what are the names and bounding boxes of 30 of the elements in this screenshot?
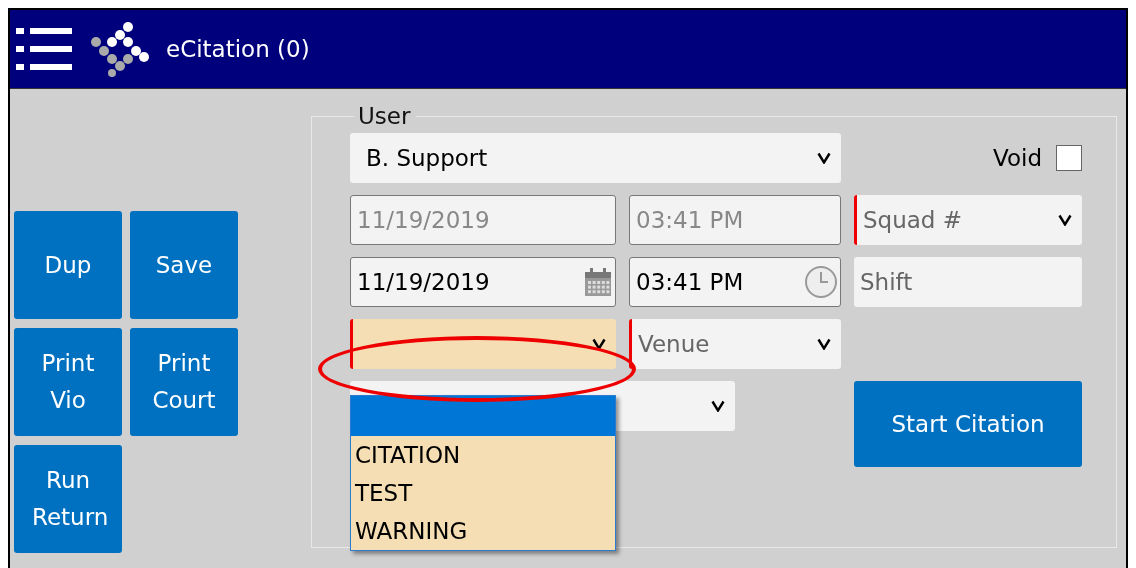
calendar-icon[interactable] xyxy=(583,267,613,297)
chevron-down-icon xyxy=(1058,214,1072,226)
dropdown-option[interactable]: CITATION xyxy=(351,436,615,474)
group-legend: User xyxy=(354,103,417,129)
chevron-down-icon xyxy=(592,338,606,350)
action-button[interactable]: Dup xyxy=(14,211,122,319)
shift-field[interactable]: Shift xyxy=(854,257,1082,307)
chevron-down-icon xyxy=(817,338,831,350)
type-select[interactable] xyxy=(350,319,616,369)
action-button[interactable]: Print Court xyxy=(130,328,238,436)
start-citation-button[interactable]: Start Citation xyxy=(854,381,1082,467)
chevron-down-icon xyxy=(817,152,831,164)
squad-select[interactable]: Squad # xyxy=(854,195,1082,245)
window-title: eCitation (0) xyxy=(166,36,310,62)
venue-select[interactable]: Venue xyxy=(629,319,841,369)
chevron-down-icon xyxy=(711,400,725,412)
menu-icon[interactable] xyxy=(16,26,72,72)
dropdown-option[interactable]: TEST xyxy=(351,474,615,512)
action-button[interactable]: Print Vio xyxy=(14,328,122,436)
action-button[interactable]: Run Return xyxy=(14,445,122,553)
time-field[interactable]: 03:41 PM xyxy=(629,257,841,307)
dots-logo-icon xyxy=(90,21,152,77)
date-field[interactable]: 11/19/2019 xyxy=(350,257,616,307)
user-select[interactable]: B. Support xyxy=(350,133,841,183)
void-label: Void xyxy=(993,145,1042,171)
void-checkbox[interactable] xyxy=(1056,145,1082,171)
dropdown-option[interactable]: WARNING xyxy=(351,512,615,550)
action-button[interactable]: Save xyxy=(130,211,238,319)
select-value: B. Support xyxy=(366,145,488,171)
clock-icon[interactable] xyxy=(804,265,838,299)
